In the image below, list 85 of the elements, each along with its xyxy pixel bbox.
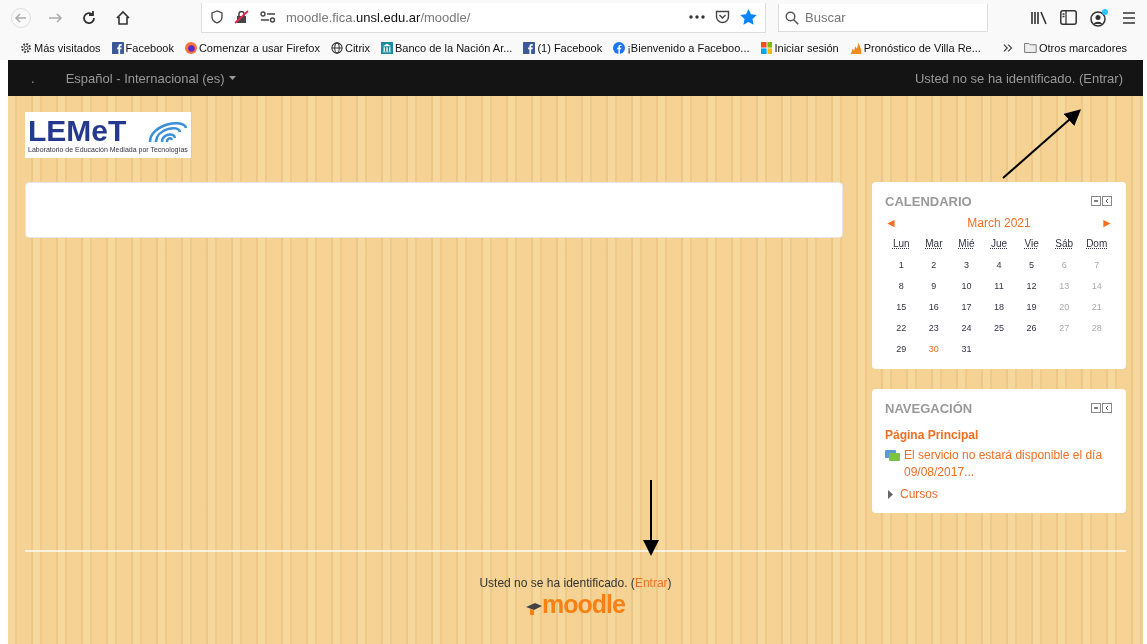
logo-title: LEMeT (28, 116, 127, 146)
bookmark[interactable]: Pronóstico de Villa Re... (863, 41, 981, 54)
calendar-day: 22 (885, 319, 918, 338)
weekday-label: Lun (891, 237, 911, 251)
weekday-label: Mié (957, 237, 976, 251)
calendar-day: 10 (950, 277, 983, 296)
weekday-label: Sáb (1054, 237, 1075, 251)
calendar-day: 25 (982, 319, 1016, 338)
calendar-day: 27 (1047, 319, 1081, 338)
calendar-day: 1 (885, 256, 918, 275)
block-title: CALENDARIO (885, 194, 972, 209)
calendar-day: 5 (1015, 256, 1048, 275)
calendar-day: 20 (1047, 298, 1081, 317)
calendar-day: 13 (1047, 277, 1081, 296)
bookmark[interactable]: (1) Facebook (537, 41, 603, 54)
calendar-day: 15 (885, 298, 918, 317)
dock-controls-icon[interactable] (1091, 403, 1113, 414)
bookmark[interactable]: ¡Bienvenido a Faceboo... (627, 41, 750, 54)
calendar-day: 26 (1015, 319, 1048, 338)
moodle-logo: moodle (542, 592, 625, 616)
facebook-icon (111, 40, 124, 55)
bookmark[interactable]: Citrix (344, 41, 370, 54)
login-status: Usted no se ha identificado. (Entrar) (914, 70, 1123, 86)
calendar-day: 6 (1047, 256, 1081, 275)
calendar-day: 17 (950, 298, 983, 317)
bookmark[interactable]: Iniciar sesión (774, 41, 839, 54)
calendar-day: 24 (950, 319, 983, 338)
weekday-label: Dom (1085, 237, 1109, 251)
windows-icon (760, 40, 773, 55)
calendar-day: 9 (917, 277, 951, 296)
bookmark[interactable]: Otros marcadores (1039, 41, 1127, 54)
calendar-day: 2 (917, 256, 951, 275)
permissions-icon[interactable] (260, 11, 276, 23)
sidebar-icon[interactable] (1060, 10, 1077, 25)
pocket-icon[interactable] (715, 10, 730, 24)
dock-controls-icon[interactable] (1091, 196, 1113, 207)
calendar-day: 3 (950, 256, 983, 275)
bookmark[interactable]: Facebook (125, 41, 174, 54)
facebook-icon (523, 40, 536, 55)
flame-icon (849, 40, 862, 55)
insecure-lock-icon[interactable] (234, 10, 250, 24)
bookmark[interactable]: Más visitados (34, 41, 101, 54)
brand-link[interactable]: . (31, 70, 35, 86)
calendar-day: 21 (1080, 298, 1113, 317)
calendar-day: 23 (917, 319, 951, 338)
weekday-label: Vie (1023, 237, 1040, 251)
calendar-day: 16 (917, 298, 951, 317)
calendar-day: 31 (950, 340, 983, 359)
bookmark[interactable]: Comenzar a usar Firefox (198, 41, 320, 54)
library-icon[interactable] (1030, 9, 1048, 26)
bank-icon (381, 40, 393, 55)
facebook-icon (613, 40, 626, 55)
login-notice: Usted no se ha identificado. (Entrar) (479, 576, 672, 590)
more-icon[interactable] (689, 15, 705, 19)
calendar-day: 19 (1015, 298, 1048, 317)
calendar-day: 18 (982, 298, 1016, 317)
calendar-day: 28 (1080, 319, 1113, 338)
chat-icon (885, 449, 901, 463)
calendar-day: 11 (982, 277, 1016, 296)
star-icon[interactable] (740, 9, 757, 25)
block-title: NAVEGACIÓN (885, 401, 973, 416)
caret-icon (228, 76, 236, 80)
globe-icon (330, 40, 343, 55)
calendar-day: 12 (1015, 277, 1048, 296)
language-menu[interactable]: Español - Internacional (es) (65, 70, 236, 86)
calendar-day: 14 (1080, 277, 1113, 296)
month-title: March 2021 (967, 216, 1031, 230)
calendar-day: 30 (917, 340, 951, 359)
weekday-label: Jue (989, 237, 1009, 251)
firefox-icon (184, 40, 197, 55)
calendar-day: 8 (885, 277, 918, 296)
chevron-double-icon[interactable] (1002, 42, 1014, 53)
folder-icon (1024, 41, 1037, 54)
calendar-day: 7 (1080, 256, 1113, 275)
weekday-label: Mar (924, 237, 944, 251)
url-text[interactable]: moodle.fica.unsl.edu.ar/moodle/ (286, 9, 471, 25)
calendar-day: 29 (885, 340, 918, 359)
calendar-day: 4 (982, 256, 1016, 275)
search-field[interactable]: Buscar (778, 3, 988, 32)
gear-icon (20, 40, 32, 55)
graduation-cap-icon (526, 602, 543, 616)
shield-icon[interactable] (210, 10, 224, 24)
bookmark[interactable]: Banco de la Nación Ar... (395, 41, 513, 54)
menu-icon[interactable] (1121, 10, 1137, 25)
account-icon[interactable] (1089, 8, 1109, 27)
